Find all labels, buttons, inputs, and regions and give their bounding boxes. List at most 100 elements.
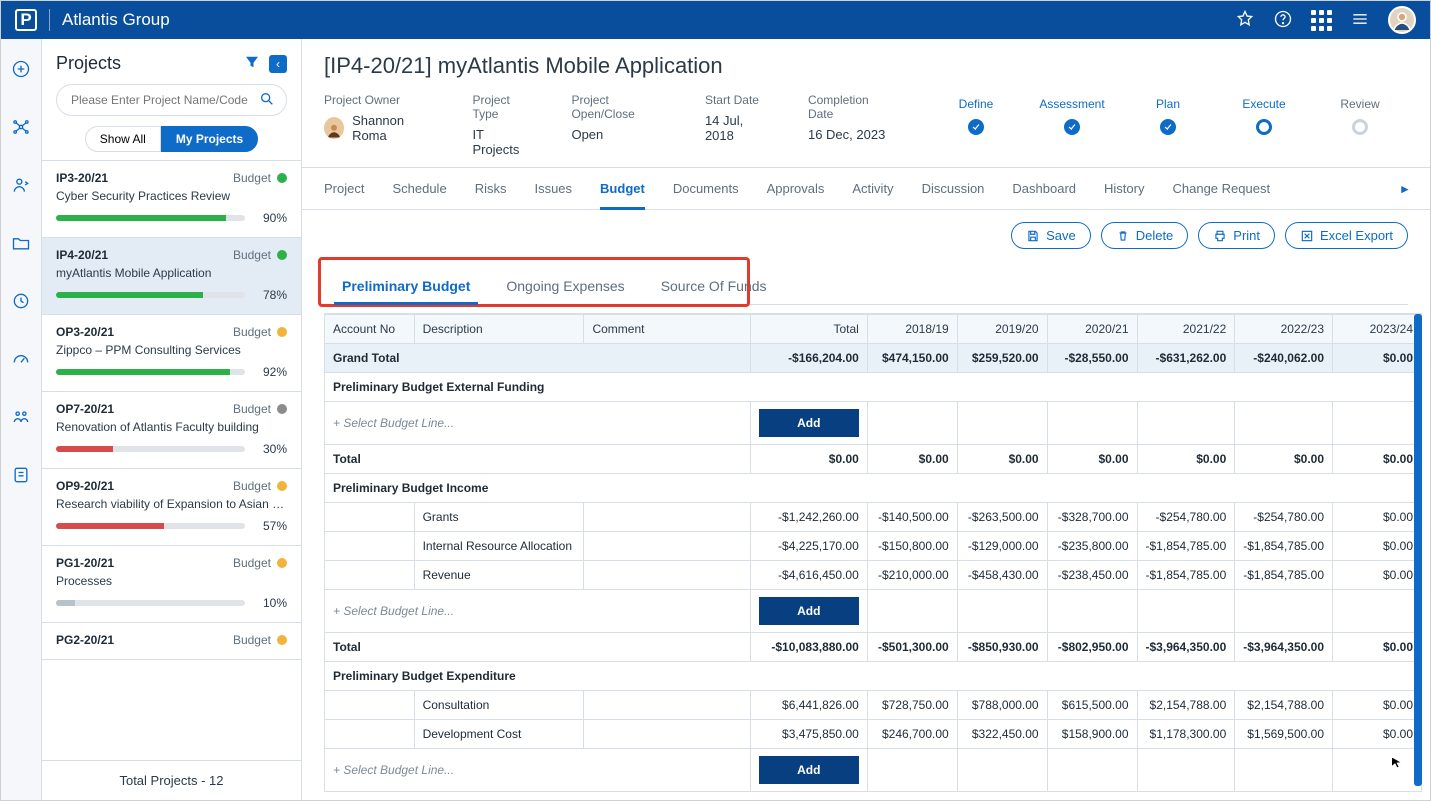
user-avatar[interactable] [1388, 6, 1416, 34]
line-value[interactable]: -$1,854,785.00 [1137, 532, 1235, 561]
col-header[interactable]: 2023/24 [1333, 315, 1422, 344]
col-header[interactable]: 2022/23 [1235, 315, 1333, 344]
rail-team-icon[interactable] [7, 403, 35, 431]
tab-issues[interactable]: Issues [534, 168, 572, 209]
add-line-button[interactable]: Add [759, 756, 859, 784]
line-value[interactable]: -$4,225,170.00 [750, 532, 867, 561]
apps-grid-icon[interactable] [1311, 10, 1332, 31]
line-value[interactable]: -$263,500.00 [957, 503, 1047, 532]
account-no[interactable] [325, 691, 415, 720]
add-line-button[interactable]: Add [759, 409, 859, 437]
line-value[interactable]: $0.00 [1333, 503, 1422, 532]
col-header[interactable]: 2018/19 [867, 315, 957, 344]
tab-approvals[interactable]: Approvals [767, 168, 825, 209]
line-value[interactable]: $0.00 [1333, 691, 1422, 720]
project-card[interactable]: OP9-20/21 Budget Research viability of E… [42, 469, 301, 546]
subtab-source-of-funds[interactable]: Source Of Funds [643, 278, 785, 304]
line-description[interactable]: Grants [414, 503, 584, 532]
print-button[interactable]: Print [1198, 222, 1275, 249]
select-budget-line[interactable]: + Select Budget Line... [325, 590, 751, 633]
col-header[interactable]: Comment [584, 315, 750, 344]
rail-add-icon[interactable] [7, 55, 35, 83]
line-value[interactable]: $1,569,500.00 [1235, 720, 1333, 749]
save-button[interactable]: Save [1011, 222, 1091, 249]
stage-review[interactable]: Review [1312, 97, 1408, 135]
tab-history[interactable]: History [1104, 168, 1144, 209]
filter-icon[interactable] [243, 53, 261, 74]
line-comment[interactable] [584, 503, 750, 532]
line-value[interactable]: $6,441,826.00 [750, 691, 867, 720]
tab-activity[interactable]: Activity [852, 168, 893, 209]
line-value[interactable]: $322,450.00 [957, 720, 1047, 749]
line-value[interactable]: -$1,242,260.00 [750, 503, 867, 532]
account-no[interactable] [325, 720, 415, 749]
line-value[interactable]: -$1,854,785.00 [1235, 561, 1333, 590]
line-description[interactable]: Development Cost [414, 720, 584, 749]
line-value[interactable]: -$1,854,785.00 [1235, 532, 1333, 561]
col-header[interactable]: 2020/21 [1047, 315, 1137, 344]
project-search-input[interactable] [56, 84, 287, 116]
project-card[interactable]: PG1-20/21 Budget Processes 10% [42, 546, 301, 623]
rail-report-icon[interactable] [7, 461, 35, 489]
line-value[interactable]: $2,154,788.00 [1235, 691, 1333, 720]
vertical-scrollbar[interactable] [1414, 314, 1422, 786]
project-card[interactable]: OP7-20/21 Budget Renovation of Atlantis … [42, 392, 301, 469]
line-value[interactable]: $0.00 [1333, 561, 1422, 590]
select-budget-line[interactable]: + Select Budget Line... [325, 402, 751, 445]
subtab-ongoing-expenses[interactable]: Ongoing Expenses [488, 278, 642, 304]
line-value[interactable]: $615,500.00 [1047, 691, 1137, 720]
line-description[interactable]: Revenue [414, 561, 584, 590]
select-budget-line[interactable]: + Select Budget Line... [325, 749, 751, 792]
rail-gauge-icon[interactable] [7, 345, 35, 373]
line-value[interactable]: $2,154,788.00 [1137, 691, 1235, 720]
stage-execute[interactable]: Execute [1216, 97, 1312, 135]
stage-assessment[interactable]: Assessment [1024, 97, 1120, 135]
rail-network-icon[interactable] [7, 113, 35, 141]
rail-folder-icon[interactable] [7, 229, 35, 257]
tab-discussion[interactable]: Discussion [922, 168, 985, 209]
tab-schedule[interactable]: Schedule [392, 168, 446, 209]
search-icon[interactable] [259, 91, 275, 110]
line-value[interactable]: $0.00 [1333, 720, 1422, 749]
col-header[interactable]: Description [414, 315, 584, 344]
collapse-panel-icon[interactable]: ‹ [269, 55, 287, 73]
help-icon[interactable] [1273, 9, 1293, 32]
line-value[interactable]: $0.00 [1333, 532, 1422, 561]
project-card[interactable]: PG2-20/21 Budget [42, 623, 301, 660]
line-value[interactable]: -$254,780.00 [1137, 503, 1235, 532]
col-header[interactable]: Account No [325, 315, 415, 344]
show-all-button[interactable]: Show All [85, 126, 161, 152]
excel-export-button[interactable]: Excel Export [1285, 222, 1408, 249]
line-value[interactable]: -$4,616,450.00 [750, 561, 867, 590]
account-no[interactable] [325, 532, 415, 561]
line-value[interactable]: -$210,000.00 [867, 561, 957, 590]
line-value[interactable]: $728,750.00 [867, 691, 957, 720]
account-no[interactable] [325, 561, 415, 590]
tab-change-request[interactable]: Change Request [1172, 168, 1270, 209]
line-comment[interactable] [584, 532, 750, 561]
line-value[interactable]: -$458,430.00 [957, 561, 1047, 590]
tab-risks[interactable]: Risks [475, 168, 507, 209]
line-value[interactable]: -$235,800.00 [1047, 532, 1137, 561]
line-comment[interactable] [584, 561, 750, 590]
col-header[interactable]: Total [750, 315, 867, 344]
stage-define[interactable]: Define [928, 97, 1024, 135]
app-logo[interactable]: P [15, 9, 37, 31]
col-header[interactable]: 2021/22 [1137, 315, 1235, 344]
line-value[interactable]: $788,000.00 [957, 691, 1047, 720]
project-card[interactable]: OP3-20/21 Budget Zippco – PPM Consulting… [42, 315, 301, 392]
line-value[interactable]: -$328,700.00 [1047, 503, 1137, 532]
tab-documents[interactable]: Documents [673, 168, 739, 209]
tab-budget[interactable]: Budget [600, 168, 645, 209]
stage-plan[interactable]: Plan [1120, 97, 1216, 135]
line-value[interactable]: -$140,500.00 [867, 503, 957, 532]
rail-user-icon[interactable] [7, 171, 35, 199]
delete-button[interactable]: Delete [1101, 222, 1189, 249]
line-value[interactable]: -$238,450.00 [1047, 561, 1137, 590]
project-card[interactable]: IP4-20/21 Budget myAtlantis Mobile Appli… [42, 238, 301, 315]
line-value[interactable]: $158,900.00 [1047, 720, 1137, 749]
account-no[interactable] [325, 503, 415, 532]
subtab-preliminary-budget[interactable]: Preliminary Budget [324, 278, 488, 304]
line-value[interactable]: -$1,854,785.00 [1137, 561, 1235, 590]
line-value[interactable]: $246,700.00 [867, 720, 957, 749]
